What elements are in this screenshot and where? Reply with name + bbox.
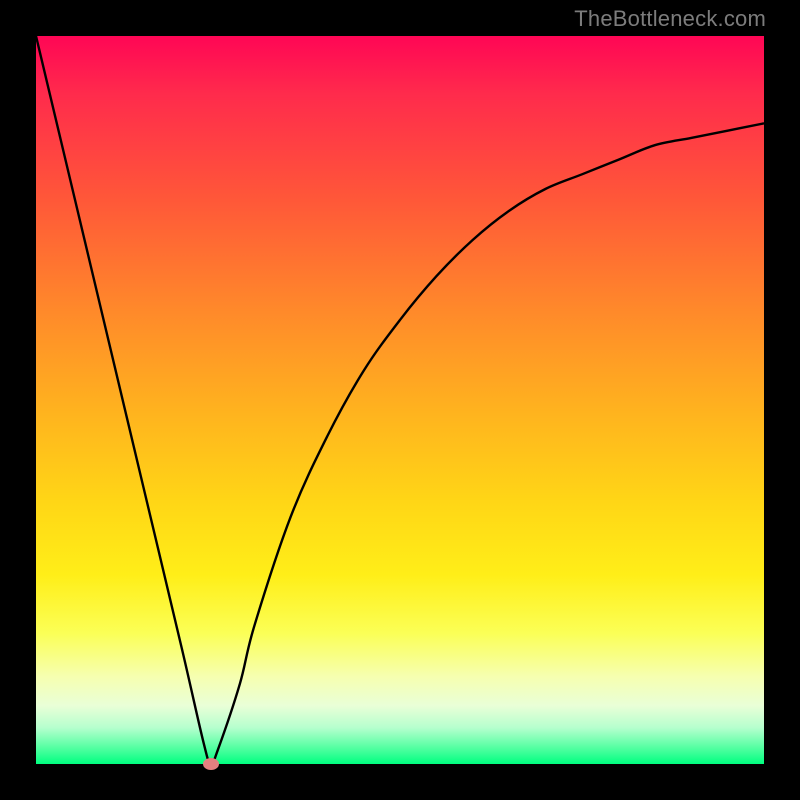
- plot-area: [36, 36, 764, 764]
- bottleneck-curve: [36, 36, 764, 764]
- watermark-text: TheBottleneck.com: [574, 6, 766, 32]
- curve-svg: [36, 36, 764, 764]
- chart-frame: TheBottleneck.com: [0, 0, 800, 800]
- min-point-marker: [203, 758, 219, 770]
